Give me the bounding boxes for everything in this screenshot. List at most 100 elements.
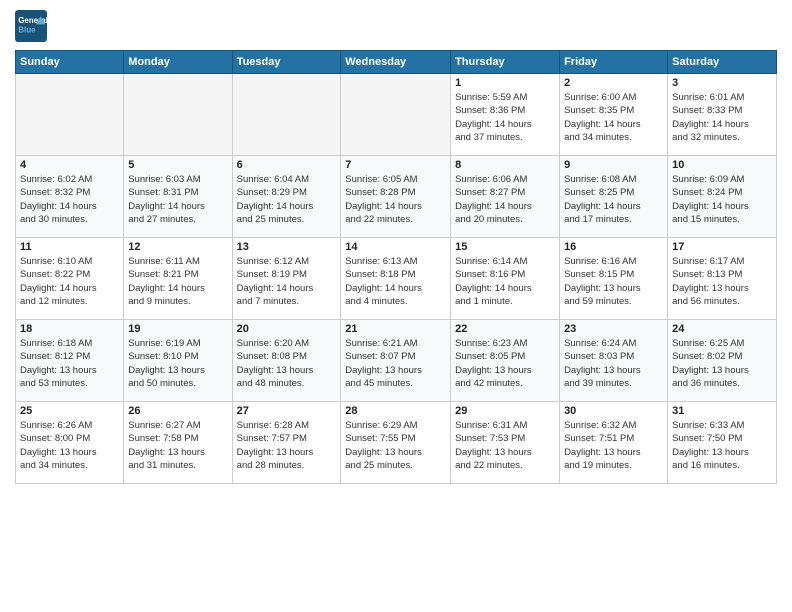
header: General Blue [15, 10, 777, 42]
day-number: 26 [128, 405, 227, 417]
day-number: 21 [345, 323, 446, 335]
day-header-tuesday: Tuesday [232, 51, 341, 74]
day-number: 23 [564, 323, 663, 335]
calendar-cell: 3 Sunrise: 6:01 AM Sunset: 8:33 PM Daylig… [668, 74, 777, 156]
day-number: 14 [345, 241, 446, 253]
day-number: 13 [237, 241, 337, 253]
day-info: Sunrise: 6:31 AM Sunset: 7:53 PM Dayligh… [455, 419, 555, 472]
day-number: 17 [672, 241, 772, 253]
day-header-sunday: Sunday [16, 51, 124, 74]
day-number: 5 [128, 159, 227, 171]
calendar-cell: 26 Sunrise: 6:27 AM Sunset: 7:58 PM Dayli… [124, 402, 232, 484]
day-number: 22 [455, 323, 555, 335]
day-number: 25 [20, 405, 119, 417]
calendar-cell: 12 Sunrise: 6:11 AM Sunset: 8:21 PM Dayli… [124, 238, 232, 320]
day-info: Sunrise: 6:11 AM Sunset: 8:21 PM Dayligh… [128, 255, 227, 308]
day-info: Sunrise: 6:05 AM Sunset: 8:28 PM Dayligh… [345, 173, 446, 226]
day-number: 12 [128, 241, 227, 253]
page: General Blue SundayMondayTuesdayWednesda… [0, 0, 792, 612]
day-info: Sunrise: 6:13 AM Sunset: 8:18 PM Dayligh… [345, 255, 446, 308]
calendar-cell: 27 Sunrise: 6:28 AM Sunset: 7:57 PM Dayli… [232, 402, 341, 484]
logo-icon: General Blue [15, 10, 47, 42]
day-info: Sunrise: 6:24 AM Sunset: 8:03 PM Dayligh… [564, 337, 663, 390]
day-info: Sunrise: 6:09 AM Sunset: 8:24 PM Dayligh… [672, 173, 772, 226]
day-info: Sunrise: 6:03 AM Sunset: 8:31 PM Dayligh… [128, 173, 227, 226]
day-info: Sunrise: 6:20 AM Sunset: 8:08 PM Dayligh… [237, 337, 337, 390]
calendar-table: SundayMondayTuesdayWednesdayThursdayFrid… [15, 50, 777, 484]
day-number: 7 [345, 159, 446, 171]
day-info: Sunrise: 6:08 AM Sunset: 8:25 PM Dayligh… [564, 173, 663, 226]
calendar-cell: 23 Sunrise: 6:24 AM Sunset: 8:03 PM Dayli… [560, 320, 668, 402]
calendar-cell: 28 Sunrise: 6:29 AM Sunset: 7:55 PM Dayli… [341, 402, 451, 484]
calendar-cell: 1Sunrise: 5:59 AM Sunset: 8:36 PM Daylig… [451, 74, 560, 156]
day-info: Sunrise: 6:02 AM Sunset: 8:32 PM Dayligh… [20, 173, 119, 226]
day-info: Sunrise: 6:18 AM Sunset: 8:12 PM Dayligh… [20, 337, 119, 390]
calendar-cell: 17Sunrise: 6:17 AM Sunset: 8:13 PM Dayli… [668, 238, 777, 320]
day-info: Sunrise: 6:16 AM Sunset: 8:15 PM Dayligh… [564, 255, 663, 308]
calendar-cell: 24 Sunrise: 6:25 AM Sunset: 8:02 PM Dayli… [668, 320, 777, 402]
calendar-cell: 18 Sunrise: 6:18 AM Sunset: 8:12 PM Dayli… [16, 320, 124, 402]
calendar-cell: 6Sunrise: 6:04 AM Sunset: 8:29 PM Daylig… [232, 156, 341, 238]
day-info: Sunrise: 6:29 AM Sunset: 7:55 PM Dayligh… [345, 419, 446, 472]
day-info: Sunrise: 6:28 AM Sunset: 7:57 PM Dayligh… [237, 419, 337, 472]
calendar-week-1: 4 Sunrise: 6:02 AM Sunset: 8:32 PM Daylig… [16, 156, 777, 238]
calendar-cell [341, 74, 451, 156]
day-info: Sunrise: 6:27 AM Sunset: 7:58 PM Dayligh… [128, 419, 227, 472]
calendar-cell: 29 Sunrise: 6:31 AM Sunset: 7:53 PM Dayli… [451, 402, 560, 484]
day-number: 20 [237, 323, 337, 335]
calendar-cell: 25 Sunrise: 6:26 AM Sunset: 8:00 PM Dayli… [16, 402, 124, 484]
day-header-wednesday: Wednesday [341, 51, 451, 74]
day-number: 18 [20, 323, 119, 335]
day-header-monday: Monday [124, 51, 232, 74]
day-info: Sunrise: 6:00 AM Sunset: 8:35 PM Dayligh… [564, 91, 663, 144]
calendar-week-4: 25 Sunrise: 6:26 AM Sunset: 8:00 PM Dayli… [16, 402, 777, 484]
calendar-cell: 30 Sunrise: 6:32 AM Sunset: 7:51 PM Dayli… [560, 402, 668, 484]
day-info: Sunrise: 6:25 AM Sunset: 8:02 PM Dayligh… [672, 337, 772, 390]
day-number: 10 [672, 159, 772, 171]
day-number: 16 [564, 241, 663, 253]
day-number: 4 [20, 159, 119, 171]
day-info: Sunrise: 6:06 AM Sunset: 8:27 PM Dayligh… [455, 173, 555, 226]
calendar-cell [124, 74, 232, 156]
day-number: 31 [672, 405, 772, 417]
day-number: 30 [564, 405, 663, 417]
calendar-header-row: SundayMondayTuesdayWednesdayThursdayFrid… [16, 51, 777, 74]
calendar-cell: 10 Sunrise: 6:09 AM Sunset: 8:24 PM Dayli… [668, 156, 777, 238]
calendar-week-0: 1Sunrise: 5:59 AM Sunset: 8:36 PM Daylig… [16, 74, 777, 156]
calendar-cell: 21 Sunrise: 6:21 AM Sunset: 8:07 PM Dayli… [341, 320, 451, 402]
calendar-cell: 13 Sunrise: 6:12 AM Sunset: 8:19 PM Dayli… [232, 238, 341, 320]
day-info: Sunrise: 6:14 AM Sunset: 8:16 PM Dayligh… [455, 255, 555, 308]
day-number: 19 [128, 323, 227, 335]
calendar-cell: 4 Sunrise: 6:02 AM Sunset: 8:32 PM Daylig… [16, 156, 124, 238]
day-number: 15 [455, 241, 555, 253]
calendar-cell: 7 Sunrise: 6:05 AM Sunset: 8:28 PM Daylig… [341, 156, 451, 238]
day-number: 8 [455, 159, 555, 171]
day-info: Sunrise: 6:33 AM Sunset: 7:50 PM Dayligh… [672, 419, 772, 472]
calendar-cell: 8 Sunrise: 6:06 AM Sunset: 8:27 PM Daylig… [451, 156, 560, 238]
day-number: 11 [20, 241, 119, 253]
day-number: 27 [237, 405, 337, 417]
calendar-cell [232, 74, 341, 156]
day-info: Sunrise: 6:01 AM Sunset: 8:33 PM Dayligh… [672, 91, 772, 144]
calendar-week-3: 18 Sunrise: 6:18 AM Sunset: 8:12 PM Dayli… [16, 320, 777, 402]
day-info: Sunrise: 6:26 AM Sunset: 8:00 PM Dayligh… [20, 419, 119, 472]
day-number: 2 [564, 77, 663, 89]
day-number: 3 [672, 77, 772, 89]
calendar-cell: 19 Sunrise: 6:19 AM Sunset: 8:10 PM Dayli… [124, 320, 232, 402]
calendar-week-2: 11Sunrise: 6:10 AM Sunset: 8:22 PM Dayli… [16, 238, 777, 320]
calendar-cell: 15 Sunrise: 6:14 AM Sunset: 8:16 PM Dayli… [451, 238, 560, 320]
calendar-cell: 14 Sunrise: 6:13 AM Sunset: 8:18 PM Dayli… [341, 238, 451, 320]
day-info: Sunrise: 6:19 AM Sunset: 8:10 PM Dayligh… [128, 337, 227, 390]
day-info: Sunrise: 6:32 AM Sunset: 7:51 PM Dayligh… [564, 419, 663, 472]
day-number: 28 [345, 405, 446, 417]
day-header-saturday: Saturday [668, 51, 777, 74]
calendar-cell: 2 Sunrise: 6:00 AM Sunset: 8:35 PM Daylig… [560, 74, 668, 156]
day-header-friday: Friday [560, 51, 668, 74]
calendar-cell: 5 Sunrise: 6:03 AM Sunset: 8:31 PM Daylig… [124, 156, 232, 238]
day-number: 29 [455, 405, 555, 417]
day-info: Sunrise: 6:12 AM Sunset: 8:19 PM Dayligh… [237, 255, 337, 308]
calendar-cell: 31 Sunrise: 6:33 AM Sunset: 7:50 PM Dayli… [668, 402, 777, 484]
day-info: Sunrise: 6:21 AM Sunset: 8:07 PM Dayligh… [345, 337, 446, 390]
day-header-thursday: Thursday [451, 51, 560, 74]
day-number: 24 [672, 323, 772, 335]
